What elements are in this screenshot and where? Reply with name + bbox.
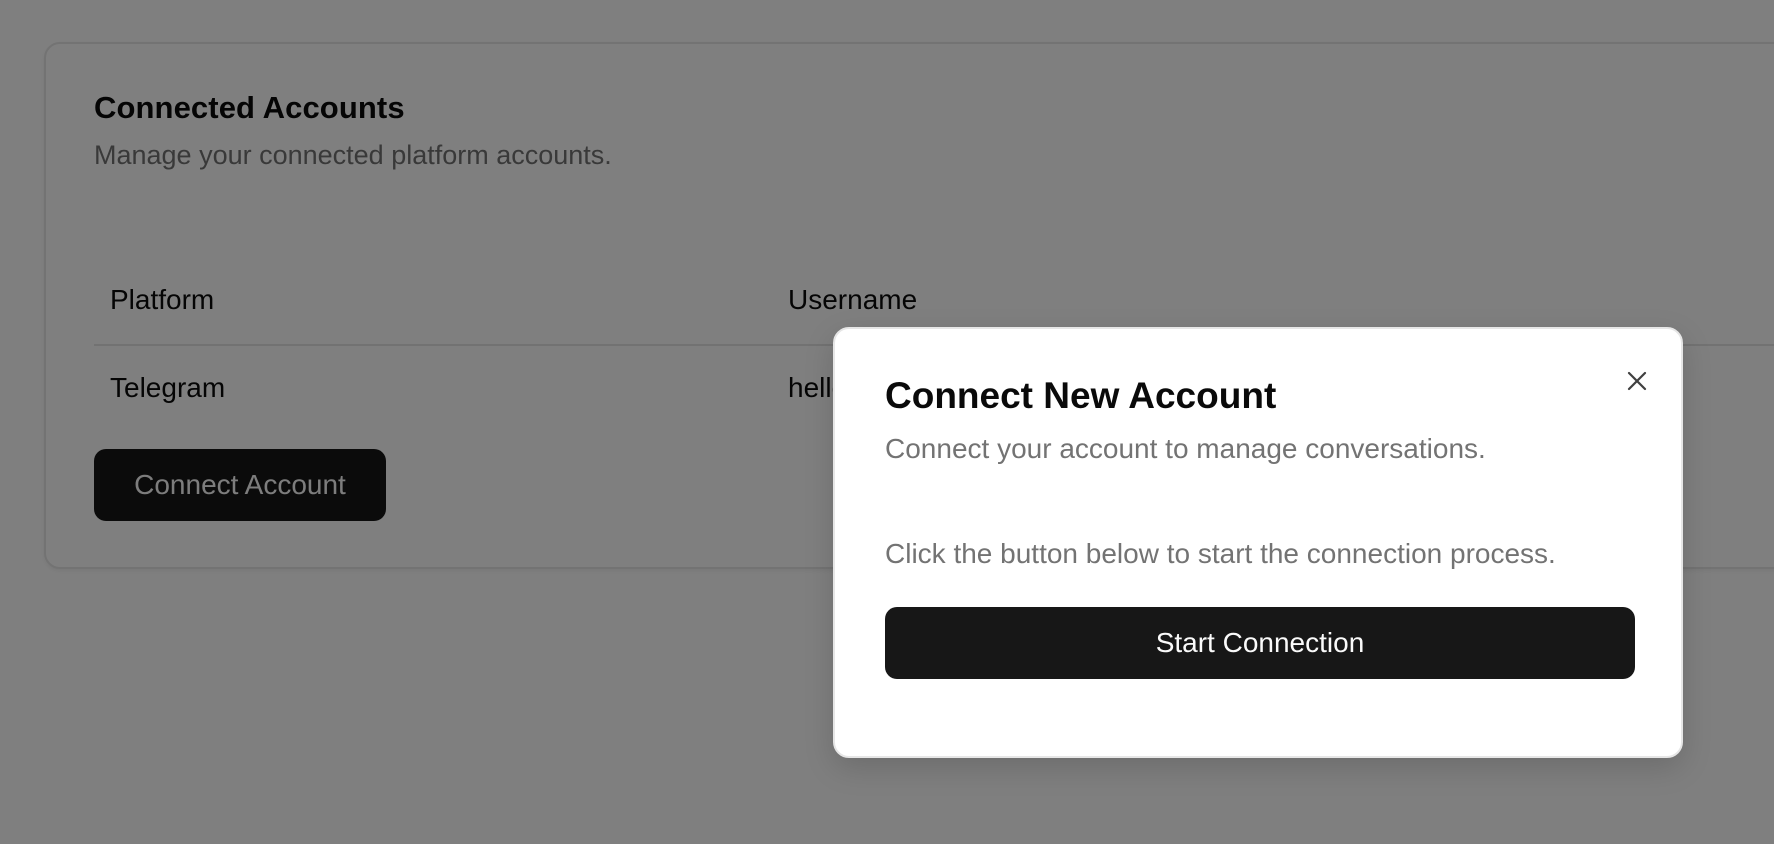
close-button[interactable] [1621,365,1653,397]
close-icon [1627,371,1647,391]
connect-account-dialog: Connect New Account Connect your account… [833,327,1683,758]
dialog-title: Connect New Account [885,375,1277,416]
start-connection-button[interactable]: Start Connection [885,607,1635,679]
dialog-body-text: Click the button below to start the conn… [885,538,1556,569]
dialog-description: Connect your account to manage conversat… [885,433,1486,464]
